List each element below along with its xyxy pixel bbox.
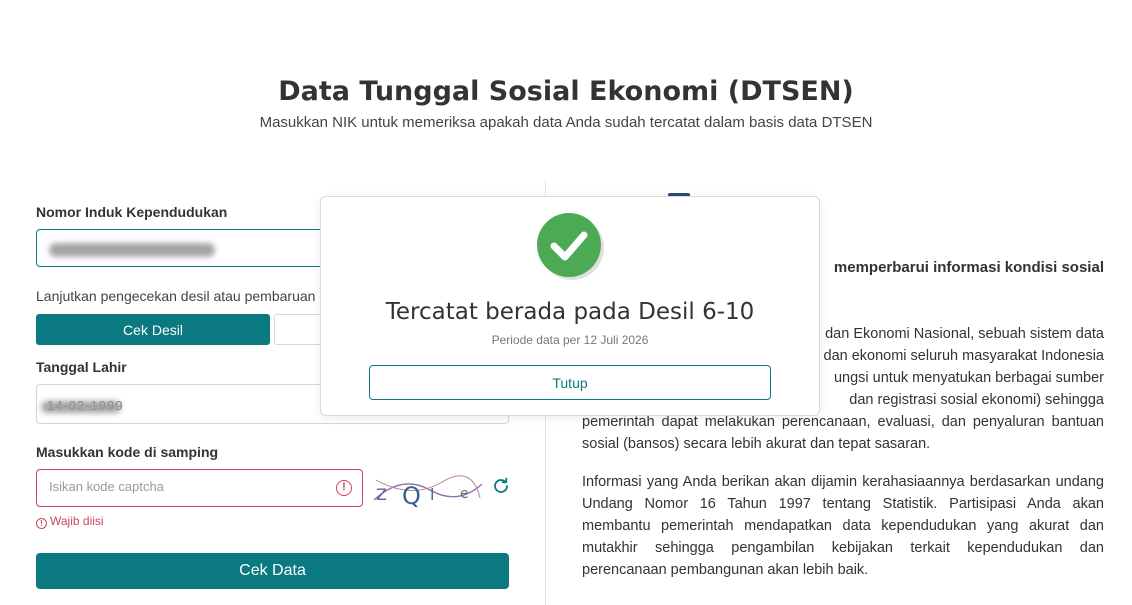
modal-subtitle: Periode data per 12 Juli 2026 — [491, 333, 649, 347]
page-title: Data Tunggal Sosial Ekonomi (DTSEN) — [278, 76, 854, 107]
cek-data-button[interactable]: Cek Data — [36, 553, 509, 589]
required-text: Wajib diisi — [50, 514, 104, 528]
continue-hint: Lanjutkan pengecekan desil atau pembarua… — [36, 288, 316, 304]
nik-label: Nomor Induk Kependudukan — [36, 204, 228, 220]
captcha-char-2: Q — [402, 482, 421, 508]
refresh-icon[interactable] — [492, 477, 510, 495]
alert-icon: ! — [336, 480, 352, 496]
result-modal: Tercatat berada pada Desil 6-10 Periode … — [320, 196, 820, 416]
captcha-field[interactable]: ! — [36, 469, 363, 507]
required-message: ! Wajib diisi — [36, 514, 104, 529]
info-paragraph-2: Informasi yang Anda berikan akan dijamin… — [582, 474, 1104, 578]
captcha-input[interactable] — [49, 479, 329, 494]
captcha-char-4: e — [460, 486, 469, 502]
cek-desil-button[interactable]: Cek Desil — [36, 314, 270, 345]
nik-redacted — [49, 243, 215, 257]
modal-title: Tercatat berada pada Desil 6-10 — [385, 299, 755, 325]
captcha-label: Masukkan kode di samping — [36, 444, 219, 460]
required-alert-icon: ! — [36, 518, 47, 529]
captcha-image: Z Q l e — [372, 470, 484, 508]
checkmark-icon — [550, 231, 588, 261]
dob-label: Tanggal Lahir — [36, 359, 127, 375]
info-line: sosial (bansos) secara lebih akurat dan … — [582, 436, 931, 452]
success-check-icon — [537, 213, 601, 277]
captcha-char-3: l — [430, 485, 434, 504]
close-button[interactable]: Tutup — [369, 365, 771, 400]
captcha-char-1: Z — [376, 485, 387, 504]
dob-redacted — [41, 401, 121, 413]
page-subtitle: Masukkan NIK untuk memeriksa apakah data… — [259, 114, 873, 131]
